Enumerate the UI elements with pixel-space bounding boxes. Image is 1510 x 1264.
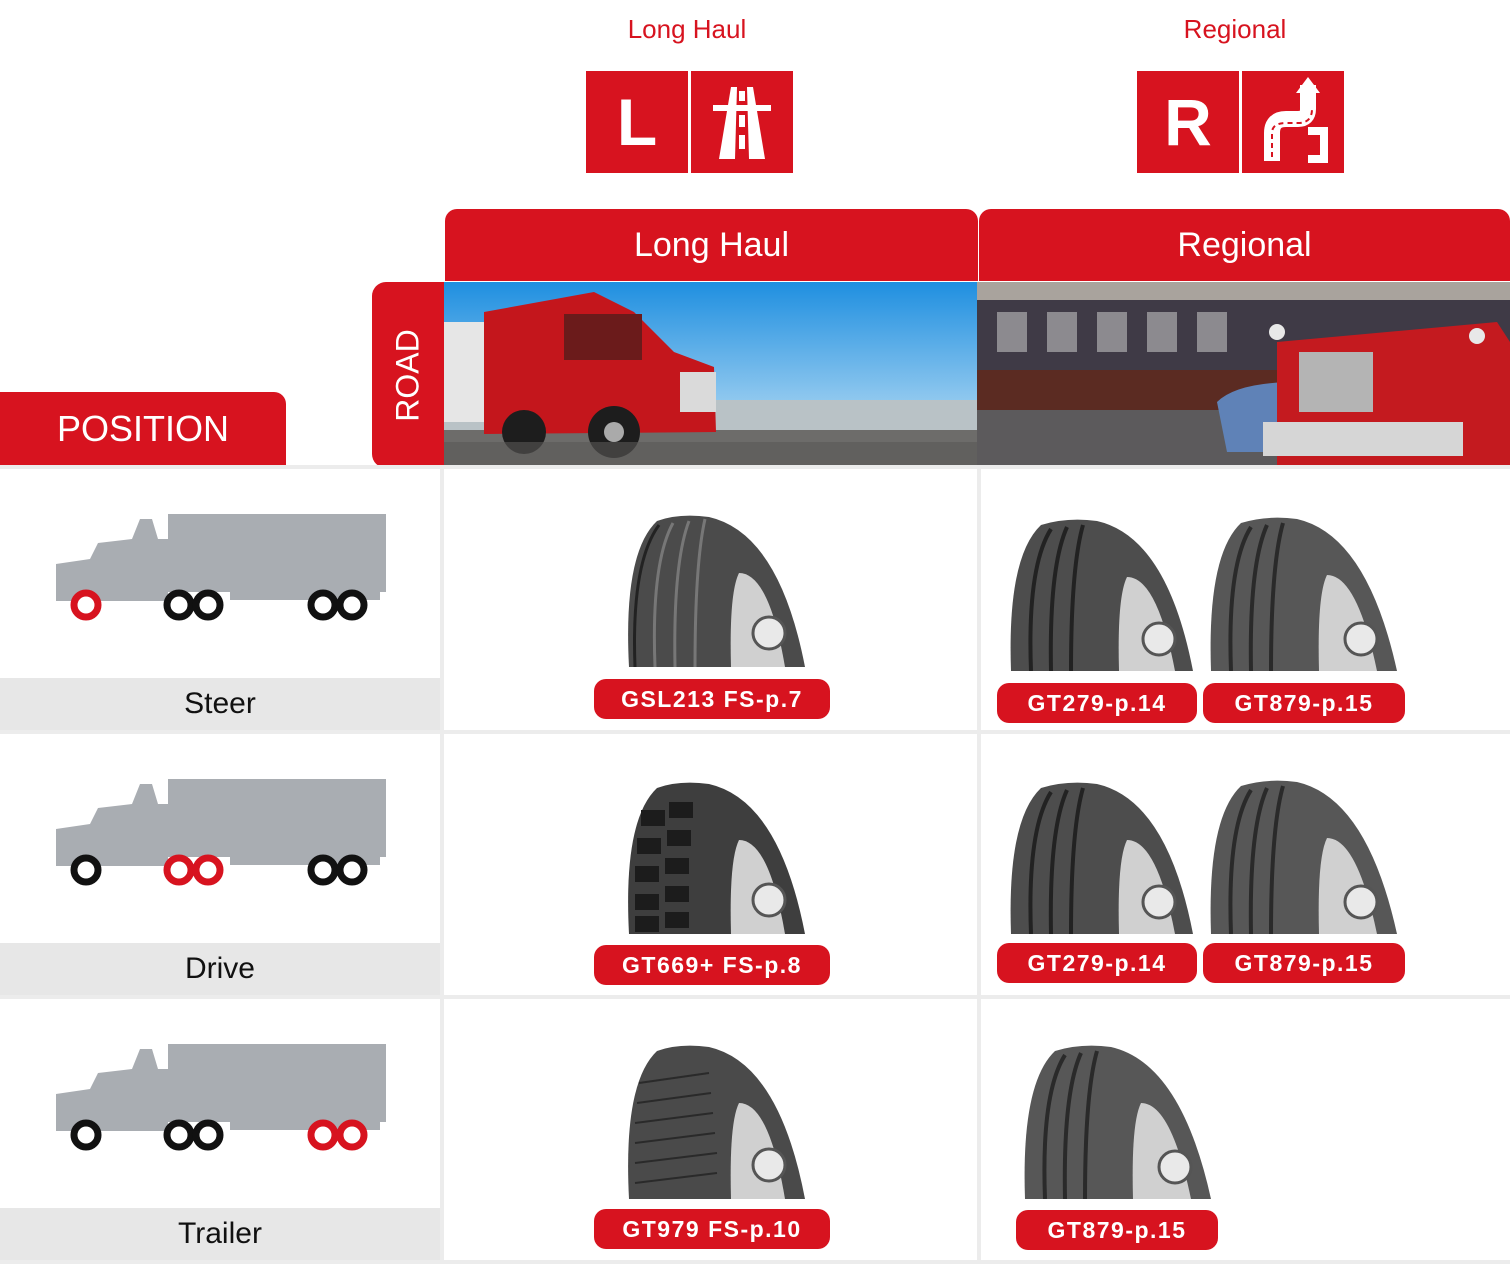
product-badge[interactable]: GT279-p.14 (997, 943, 1197, 983)
tire-image (628, 782, 805, 934)
tire-image (1210, 517, 1397, 671)
position-label-drive: Drive (0, 943, 440, 995)
regional-category-label: Regional (1183, 14, 1287, 44)
drive-position-cell: Drive (0, 734, 440, 995)
product-badge[interactable]: GT879-p.15 (1016, 1210, 1218, 1250)
product-badge[interactable]: GT979 FS-p.10 (594, 1209, 830, 1249)
regional-letter-icon: R (1137, 71, 1239, 173)
long-haul-category-label: Long Haul (627, 14, 747, 44)
product-badge[interactable]: GSL213 FS-p.7 (594, 679, 830, 719)
steer-regional-cell: GT279-p.14 GT879-p.15 (981, 469, 1510, 730)
winding-road-icon (1242, 71, 1344, 173)
trailer-long-haul-cell: GT979 FS-p.10 (444, 999, 977, 1260)
regional-truck-photo (977, 282, 1510, 468)
trailer-regional-cell: GT879-p.15 (981, 999, 1510, 1260)
regional-column-header: Regional (979, 209, 1510, 281)
product-badge[interactable]: GT879-p.15 (1203, 943, 1405, 983)
product-badge[interactable]: GT669+ FS-p.8 (594, 945, 830, 985)
steer-long-haul-cell: GSL213 FS-p.7 (444, 469, 977, 730)
tire-image (1010, 782, 1193, 934)
highway-icon (691, 71, 793, 173)
long-haul-column-header: Long Haul (445, 209, 978, 281)
drive-long-haul-cell: GT669+ FS-p.8 (444, 734, 977, 995)
road-label: ROAD (389, 328, 426, 422)
position-label-trailer: Trailer (0, 1208, 440, 1260)
tire-image (628, 515, 805, 667)
product-badge[interactable]: GT279-p.14 (997, 683, 1197, 723)
long-haul-letter-icon: L (586, 71, 688, 173)
truck-drive-axle-icon (56, 779, 386, 886)
tire-image (1024, 1045, 1211, 1199)
tire-image (1010, 519, 1193, 671)
steer-position-cell: Steer (0, 469, 440, 730)
trailer-position-cell: Trailer (0, 999, 440, 1260)
long-haul-truck-photo (444, 282, 977, 468)
truck-trailer-axle-icon (56, 1044, 386, 1151)
drive-regional-cell: GT279-p.14 GT879-p.15 (981, 734, 1510, 995)
position-label-steer: Steer (0, 678, 440, 730)
truck-steer-axle-icon (56, 514, 386, 621)
product-badge[interactable]: GT879-p.15 (1203, 683, 1405, 723)
tire-image (1210, 780, 1397, 934)
tire-image (628, 1045, 805, 1199)
road-tab: ROAD (372, 282, 444, 468)
position-tab: POSITION (0, 392, 286, 466)
